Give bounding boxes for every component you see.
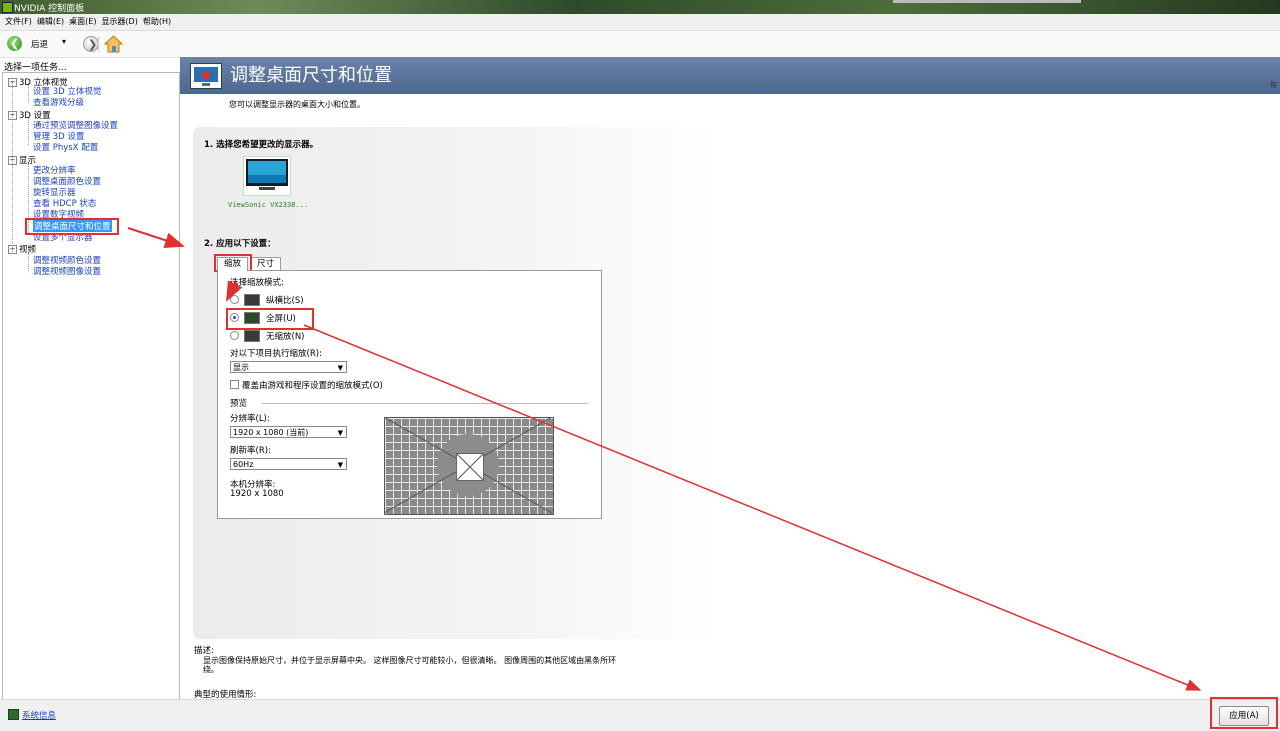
description-text: 显示图像保持原始尺寸，并位于显示屏幕中央。 这样图像尺寸可能较小，但很清晰。 图… [203, 656, 617, 674]
preview-label: 预览 [230, 399, 248, 409]
annotation-box-fullscreen [226, 308, 314, 330]
override-scaling-label[interactable]: 覆盖由游戏和程序设置的缩放模式(O) [242, 379, 383, 391]
resolution-select[interactable]: 1920 x 1080 (当前) ▼ [230, 426, 347, 438]
collapse-icon[interactable]: − [8, 156, 17, 165]
restore-defaults-link[interactable]: 恢 [1270, 80, 1277, 90]
menu-display[interactable]: 显示器(D) [101, 14, 137, 30]
native-resolution-value: 1920 x 1080 [230, 489, 284, 499]
back-label[interactable]: 后退 [31, 38, 48, 50]
scaling-mode-label: 选择缩放模式: [230, 278, 284, 288]
resolution-label: 分辨率(L): [230, 414, 270, 424]
back-arrow-icon[interactable]: ❮ [7, 36, 22, 51]
menu-edit[interactable]: 编辑(E) [37, 14, 64, 30]
menu-file[interactable]: 文件(F) [5, 14, 32, 30]
forward-arrow-icon[interactable]: ❯ [83, 36, 99, 52]
menu-help[interactable]: 帮助(H) [143, 14, 171, 30]
category-display[interactable]: − 显示 [8, 154, 36, 166]
step2-heading: 2. 应用以下设置： [204, 239, 276, 249]
refresh-rate-label: 刷新率(R): [230, 446, 271, 456]
bottom-bar [0, 699, 1280, 731]
chevron-down-icon: ▼ [337, 461, 343, 469]
chevron-down-icon: ▼ [337, 364, 343, 372]
window-title: NVIDIA 控制面板 [14, 4, 85, 14]
monitor-name[interactable]: ViewSonic VX2338... [228, 201, 308, 209]
radio-no-scaling[interactable] [230, 331, 239, 340]
tab-size[interactable]: 尺寸 [250, 257, 282, 271]
back-dropdown-chevron-icon[interactable]: ▾ [62, 37, 66, 46]
no-scaling-mode-icon [244, 330, 260, 342]
preview-center-box [456, 453, 484, 481]
override-scaling-checkbox[interactable] [230, 380, 239, 389]
tree-connector [28, 253, 29, 271]
annotation-box-selected-task [25, 218, 119, 235]
menu-bar: 文件(F) 编辑(E) 桌面(E) 显示器(D) 帮助(H) [0, 14, 1280, 31]
system-info-link[interactable]: 系统信息 [22, 709, 56, 721]
perform-scaling-select[interactable]: 显示 ▼ [230, 361, 347, 373]
collapse-icon[interactable]: − [8, 78, 17, 87]
description-label: 描述: [194, 646, 214, 656]
task-view-game-ratings[interactable]: 查看游戏分级 [33, 96, 84, 108]
nvidia-app-icon [2, 2, 13, 13]
system-info-icon[interactable] [8, 709, 19, 720]
no-scaling-label[interactable]: 无缩放(N) [266, 330, 305, 342]
collapse-icon[interactable]: − [8, 245, 17, 254]
tree-connector [12, 82, 13, 254]
step1-heading: 1. 选择您希望更改的显示器。 [204, 140, 319, 150]
collapse-icon[interactable]: − [8, 111, 17, 120]
page-title: 调整桌面尺寸和位置 [230, 65, 392, 86]
page-subtitle: 您可以调整显示器的桌面大小和位置。 [229, 100, 365, 109]
menu-desktop[interactable]: 桌面(E) [69, 14, 96, 30]
refresh-rate-select[interactable]: 60Hz ▼ [230, 458, 347, 470]
page-header: 调整桌面尺寸和位置 [180, 57, 1280, 94]
titlebar-strip [893, 0, 1081, 3]
perform-scaling-label: 对以下项目执行缩放(R): [230, 349, 322, 359]
monitor-icon[interactable] [243, 156, 291, 196]
aspect-ratio-mode-icon [244, 294, 260, 306]
radio-aspect-ratio[interactable] [230, 295, 239, 304]
home-icon[interactable] [104, 35, 123, 53]
toolbar-divider [98, 36, 99, 52]
title-bar: NVIDIA 控制面板 [0, 0, 1280, 14]
task-physx-config[interactable]: 设置 PhysX 配置 [33, 141, 98, 153]
preview-divider [262, 403, 588, 404]
task-video-image[interactable]: 调整视频图像设置 [33, 265, 101, 277]
aspect-ratio-label[interactable]: 纵横比(S) [266, 294, 304, 306]
desktop-size-icon [190, 63, 222, 89]
annotation-box-apply [1210, 697, 1278, 729]
category-video[interactable]: − 视频 [8, 243, 36, 255]
tab-scaling[interactable]: 缩放 [217, 257, 249, 271]
tree-connector [28, 117, 29, 145]
toolbar: ❮ 后退 ▾ ❯ [0, 31, 1280, 58]
task-tree: −3D 立体视觉 设置 3D 立体视觉 查看游戏分级 −3D 设置 通过预览调整… [2, 72, 180, 700]
chevron-down-icon: ▼ [337, 429, 343, 437]
